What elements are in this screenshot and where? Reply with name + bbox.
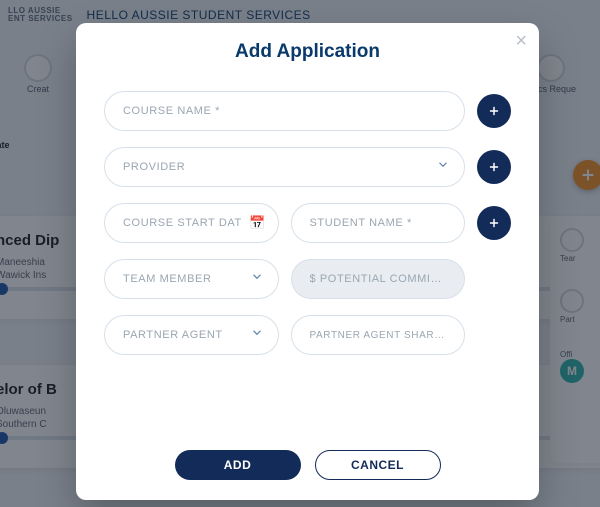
chevron-down-icon xyxy=(436,158,450,177)
plus-icon xyxy=(487,216,501,230)
chevron-down-icon xyxy=(250,270,264,289)
add-provider-button[interactable] xyxy=(477,150,511,184)
placeholder: PROVIDER xyxy=(123,161,185,173)
plus-icon xyxy=(487,160,501,174)
chevron-down-icon xyxy=(250,326,264,345)
placeholder: TEAM MEMBER xyxy=(123,273,212,285)
plus-icon xyxy=(487,104,501,118)
application-form: COURSE NAME * PROVIDER COURSE START DAT … xyxy=(104,91,511,480)
close-icon[interactable]: × xyxy=(515,31,527,51)
modal-title: Add Application xyxy=(104,41,511,63)
course-start-date-input[interactable]: COURSE START DAT 📅 xyxy=(104,203,279,243)
provider-select[interactable]: PROVIDER xyxy=(104,147,465,187)
add-application-modal: × Add Application COURSE NAME * PROVIDER… xyxy=(76,23,539,500)
calendar-icon: 📅 xyxy=(249,215,265,231)
placeholder: PARTNER AGENT SHARE*% xyxy=(310,330,447,341)
partner-agent-select[interactable]: PARTNER AGENT xyxy=(104,315,279,355)
course-name-input[interactable]: COURSE NAME * xyxy=(104,91,465,131)
cancel-button[interactable]: CANCEL xyxy=(315,450,441,480)
student-name-input[interactable]: STUDENT NAME * xyxy=(291,203,466,243)
placeholder: $ POTENTIAL COMMISSIO xyxy=(310,273,447,285)
placeholder: PARTNER AGENT xyxy=(123,329,223,341)
add-course-button[interactable] xyxy=(477,94,511,128)
potential-commission-field: $ POTENTIAL COMMISSIO xyxy=(291,259,466,299)
placeholder: STUDENT NAME * xyxy=(310,217,412,229)
add-button[interactable]: ADD xyxy=(175,450,301,480)
placeholder: COURSE NAME * xyxy=(123,105,220,117)
partner-agent-share-input[interactable]: PARTNER AGENT SHARE*% xyxy=(291,315,466,355)
team-member-select[interactable]: TEAM MEMBER xyxy=(104,259,279,299)
modal-actions: ADD CANCEL xyxy=(104,446,511,480)
placeholder: COURSE START DAT xyxy=(123,217,242,229)
add-student-button[interactable] xyxy=(477,206,511,240)
